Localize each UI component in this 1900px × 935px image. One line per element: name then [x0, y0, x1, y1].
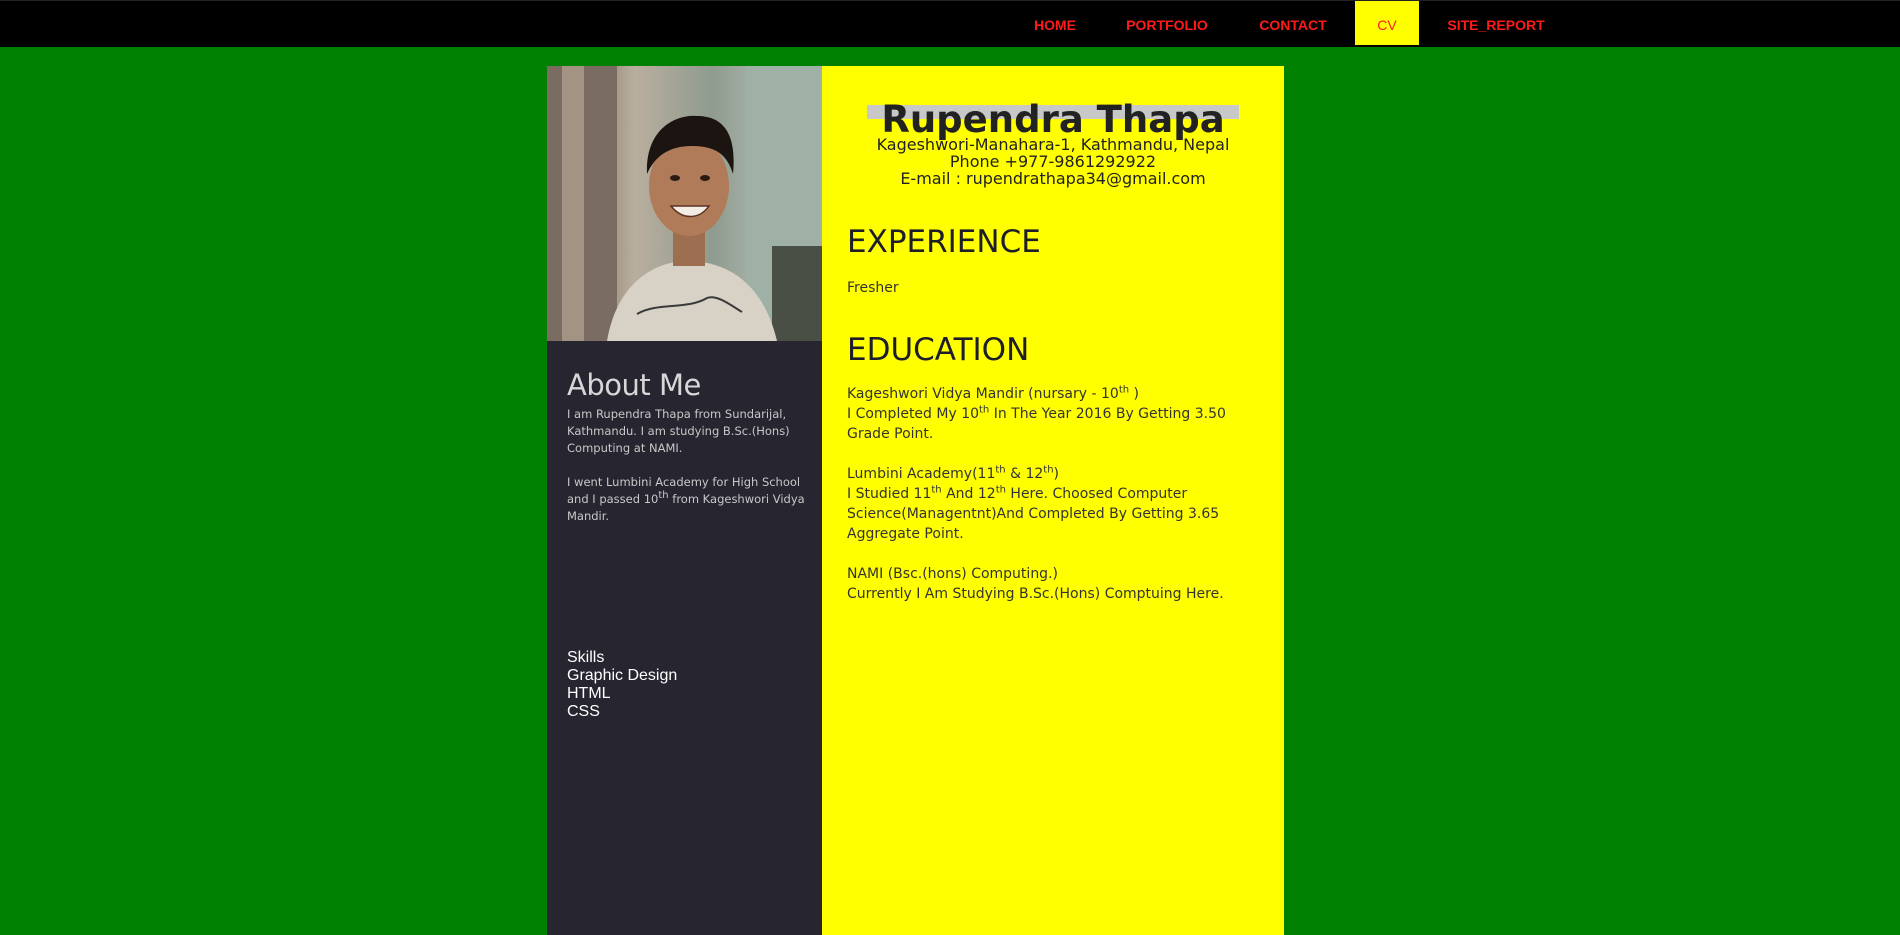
cv-container: About Me I am Rupendra Thapa from Sundar… [547, 66, 1284, 935]
skills-heading: Skills [567, 649, 605, 666]
email: E-mail : rupendrathapa34@gmail.com [900, 169, 1206, 188]
profile-photo [547, 66, 822, 341]
phone: Phone +977-9861292922 [949, 152, 1157, 171]
experience-text: Fresher [847, 280, 899, 296]
superscript: th [979, 404, 990, 416]
education-item-1-title: Kageshwori Vidya Mandir (nursary - 10th … [847, 384, 1267, 404]
top-navigation: HOME PORTFOLIO CONTACT CV SITE_REPORT [0, 0, 1900, 47]
education-list: Kageshwori Vidya Mandir (nursary - 10th … [847, 384, 1267, 604]
text: I Completed My 10 [847, 406, 980, 422]
text: ) [1053, 466, 1060, 482]
superscript: th [931, 484, 942, 496]
sidebar: About Me I am Rupendra Thapa from Sundar… [547, 66, 822, 935]
text: ) [1129, 386, 1139, 402]
about-paragraph-2: I went Lumbini Academy for High School a… [567, 474, 807, 525]
skills-list: Skills Graphic Design HTML CSS [567, 649, 807, 721]
about-paragraph-1: I am Rupendra Thapa from Sundarijal, Kat… [567, 407, 790, 455]
nav-site-report-link[interactable]: SITE_REPORT [1434, 1, 1558, 45]
education-item-2-text: I Studied 11th And 12th Here. Choosed Co… [847, 484, 1267, 544]
skill-item: HTML [567, 685, 611, 702]
superscript: th [1118, 384, 1130, 396]
education-item-1-text: I Completed My 10th In The Year 2016 By … [847, 404, 1267, 444]
text: Lumbini Academy(11 [847, 466, 996, 482]
profile-photo-illustration [547, 66, 822, 341]
skill-item: CSS [567, 703, 600, 720]
superscript: th [658, 490, 669, 502]
skill-item: Graphic Design [567, 667, 678, 684]
address: Kageshwori-Manahara-1, Kathmandu, Nepal [876, 135, 1230, 154]
text: I Studied 11 [847, 486, 932, 502]
nav-cv-link[interactable]: CV [1355, 1, 1419, 45]
text: Kageshwori Vidya Mandir (nursary - 10 [847, 386, 1119, 402]
experience-heading: EXPERIENCE [847, 224, 1041, 260]
nav-home-link[interactable]: HOME [1020, 1, 1090, 45]
nav-contact-link[interactable]: CONTACT [1246, 1, 1340, 45]
text: & 12 [1005, 466, 1044, 482]
about-section: About Me I am Rupendra Thapa from Sundar… [567, 368, 807, 542]
main-content: Rupendra Thapa Kageshwori-Manahara-1, Ka… [822, 66, 1284, 935]
contact-info: Kageshwori-Manahara-1, Kathmandu, Nepal … [822, 136, 1284, 187]
text: And 12 [941, 486, 996, 502]
education-item-3-title: NAMI (Bsc.(hons) Computing.) [847, 566, 1058, 582]
superscript: th [1043, 464, 1054, 476]
nav-portfolio-link[interactable]: PORTFOLIO [1110, 1, 1224, 45]
education-item-3-text: Currently I Am Studying B.Sc.(Hons) Comp… [847, 586, 1224, 602]
superscript: th [995, 484, 1006, 496]
about-heading: About Me [567, 368, 701, 402]
education-heading: EDUCATION [847, 332, 1030, 368]
education-item-2-title: Lumbini Academy(11th & 12th) [847, 464, 1267, 484]
superscript: th [995, 464, 1006, 476]
